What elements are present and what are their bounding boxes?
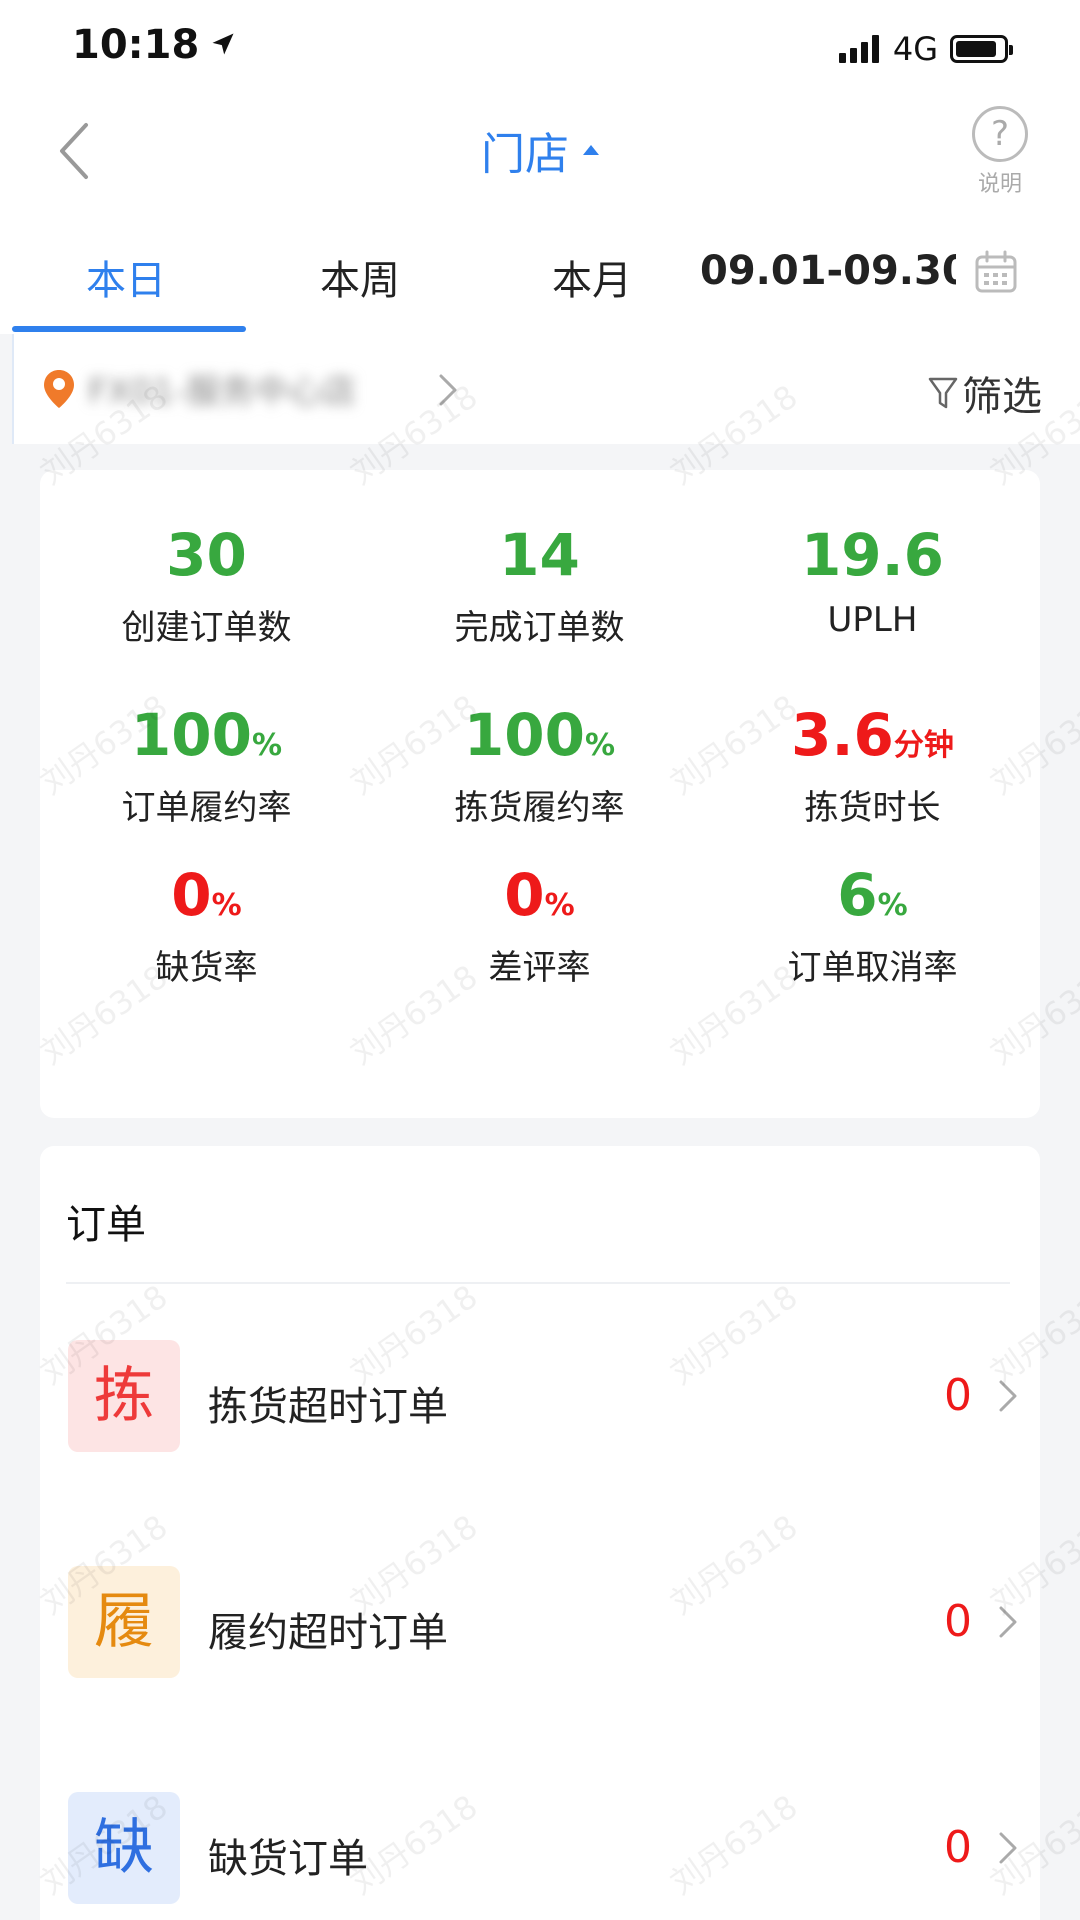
order-row-fulfill-timeout[interactable]: 履履约超时订单 0 — [40, 1566, 1040, 1678]
metric-unit: % — [544, 888, 575, 923]
metric-number: 3.6 — [791, 701, 894, 769]
metric-tile: 6% 订单取消率 — [706, 860, 1039, 989]
chevron-right-icon — [996, 1602, 1020, 1646]
order-count: 0 — [944, 1370, 972, 1421]
metric-unit: 分钟 — [893, 728, 954, 763]
active-tab-indicator — [12, 326, 246, 332]
metric-value: 100% — [40, 700, 373, 770]
help-label: 说明 — [977, 172, 1022, 197]
metric-value: 14 — [373, 520, 706, 590]
metric-unit: % — [585, 728, 616, 763]
metric-number: 100 — [463, 701, 585, 769]
metric-number: 0 — [171, 861, 212, 929]
order-type-icon: 缺 — [68, 1792, 180, 1904]
order-label: 拣货超时订单 — [208, 1384, 448, 1430]
metric-value: 100% — [373, 700, 706, 770]
tab-month[interactable]: 本月 — [552, 248, 632, 306]
metric-tile: 100% 拣货履约率 — [373, 700, 706, 829]
metric-label: 缺货率 — [155, 948, 258, 988]
help-button[interactable]: ? 说明 — [960, 106, 1040, 198]
metric-unit: % — [877, 888, 908, 923]
status-bar: 10:18 4G — [0, 0, 1080, 96]
metric-unit: % — [211, 888, 242, 923]
metric-tile: 0% 缺货率 — [40, 860, 373, 989]
divider — [66, 1282, 1010, 1284]
network-type: 4G — [892, 30, 938, 68]
order-count: 0 — [944, 1822, 972, 1873]
order-type-icon: 拣 — [68, 1340, 180, 1452]
metric-tile: 19.6 UPLH — [706, 520, 1039, 640]
chevron-right-icon — [996, 1376, 1020, 1420]
tab-week[interactable]: 本周 — [320, 248, 400, 306]
period-tabs: 本日 本周 本月 09.01-09.30 — [0, 214, 1080, 334]
tab-day[interactable]: 本日 — [86, 248, 166, 306]
metric-label: 创建订单数 — [121, 608, 292, 648]
chevron-right-icon[interactable] — [436, 370, 460, 414]
metric-label: UPLH — [827, 600, 918, 640]
metric-tile: 30 创建订单数 — [40, 520, 373, 649]
orders-card: 订单 拣拣货超时订单 0 履履约超时订单 0 缺缺货订单 0 — [40, 1146, 1040, 1920]
metric-tile: 14 完成订单数 — [373, 520, 706, 649]
status-time-text: 10:18 — [72, 22, 200, 68]
app-root: 10:18 4G 门店 ? 说明 本日 本周 本月 09.01-09.30 FX… — [0, 0, 1080, 1920]
metric-number: 100 — [130, 701, 252, 769]
metric-number: 0 — [504, 861, 545, 929]
metric-number: 30 — [166, 521, 247, 589]
metric-value: 0% — [373, 860, 706, 930]
metric-number: 19.6 — [800, 521, 945, 589]
battery-icon — [950, 35, 1013, 63]
status-indicators: 4G — [838, 30, 1013, 68]
store-selector-row: FX01-服务中心店 筛选 — [12, 334, 1080, 444]
date-range[interactable]: 09.01-09.30 — [700, 248, 956, 294]
funnel-icon — [928, 377, 958, 409]
orders-section-title: 订单 — [66, 1202, 146, 1248]
metric-label: 拣货履约率 — [454, 788, 625, 828]
order-label: 履约超时订单 — [208, 1610, 448, 1656]
filter-button[interactable]: 筛选 — [928, 364, 1042, 422]
metric-label: 差评率 — [488, 948, 591, 988]
question-icon: ? — [972, 106, 1028, 162]
metric-tile: 3.6分钟拣货时长 — [706, 700, 1039, 829]
order-row-pick-timeout[interactable]: 拣拣货超时订单 0 — [40, 1340, 1040, 1452]
metric-number: 6 — [837, 861, 878, 929]
nav-bar: 门店 ? 说明 — [0, 96, 1080, 214]
store-switcher[interactable]: 门店 — [0, 118, 1080, 182]
metric-number: 14 — [499, 521, 580, 589]
order-type-icon: 履 — [68, 1566, 180, 1678]
chevron-right-icon — [996, 1828, 1020, 1872]
metric-value: 0% — [40, 860, 373, 930]
filter-label: 筛选 — [962, 374, 1042, 420]
page-title: 门店 — [481, 129, 569, 180]
metric-value: 3.6分钟 — [706, 700, 1039, 770]
order-row-out-of-stock[interactable]: 缺缺货订单 0 — [40, 1792, 1040, 1904]
metric-value: 19.6 — [706, 520, 1039, 590]
metric-unit: % — [252, 728, 283, 763]
calendar-icon[interactable] — [972, 248, 1020, 296]
store-name[interactable]: FX01-服务中心店 — [88, 364, 356, 413]
metric-label: 订单履约率 — [121, 788, 292, 828]
metric-value: 6% — [706, 860, 1039, 930]
metric-value: 30 — [40, 520, 373, 590]
location-pin-icon — [42, 368, 76, 414]
metric-label: 订单取消率 — [787, 948, 958, 988]
signal-icon — [838, 35, 883, 63]
metric-tile: 0% 差评率 — [373, 860, 706, 989]
metric-label: 拣货时长 — [804, 788, 941, 828]
order-count: 0 — [944, 1596, 972, 1647]
metrics-card: 30 创建订单数 14 完成订单数 19.6 UPLH 100% 订单履约率 100% 拣货履约率… — [40, 470, 1040, 1118]
location-arrow-icon — [209, 22, 237, 68]
order-label: 缺货订单 — [208, 1836, 368, 1882]
caret-up-icon — [583, 145, 599, 155]
status-time: 10:18 — [72, 22, 237, 68]
metric-tile: 100% 订单履约率 — [40, 700, 373, 829]
metric-label: 完成订单数 — [454, 608, 625, 648]
